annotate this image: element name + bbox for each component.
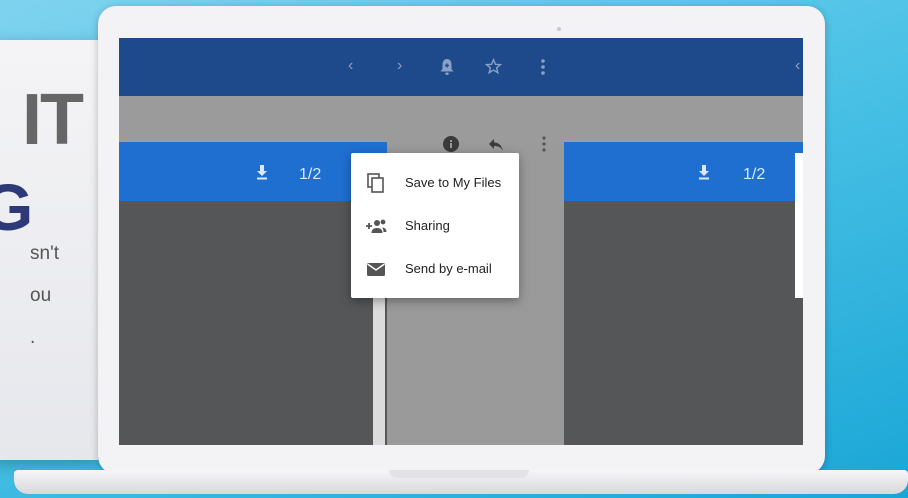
copy-icon — [367, 173, 384, 193]
menu-item-label: Send by e-mail — [405, 261, 492, 276]
side-panel-edge — [795, 153, 803, 298]
page-indicator: 1/2 — [299, 166, 322, 183]
promo-heading-fragment: IT — [22, 80, 84, 160]
menu-item-label: Sharing — [405, 218, 450, 233]
background-promo-card: IT G sn't ou . — [0, 40, 98, 460]
chevron-right-icon[interactable]: › — [397, 58, 402, 74]
promo-text-fragment: . — [30, 327, 36, 348]
envelope-icon — [367, 263, 385, 276]
menu-item-save-to-my-files[interactable]: Save to My Files — [351, 163, 519, 203]
promo-text-fragment: sn't — [30, 243, 59, 264]
star-outline-icon[interactable] — [485, 58, 502, 75]
laptop-notch — [389, 470, 529, 478]
attachment-viewer-header: 1/2 — [119, 142, 387, 201]
download-icon[interactable] — [255, 164, 269, 180]
menu-item-label: Save to My Files — [405, 175, 502, 190]
attachment-viewer-header: 1/2 — [564, 142, 803, 201]
reply-icon[interactable] — [488, 138, 504, 152]
attachment-preview — [119, 201, 387, 445]
more-vertical-icon[interactable] — [540, 58, 546, 76]
promo-text-fragment: ou — [30, 285, 52, 306]
camera-dot — [557, 27, 561, 31]
chevron-left-icon[interactable]: ‹ — [795, 58, 800, 74]
attachment-preview — [564, 201, 803, 445]
app-toolbar: ‹ › ‹ — [119, 38, 803, 96]
more-vertical-icon[interactable] — [541, 136, 547, 152]
promo-heading-fragment-2: G — [0, 170, 34, 244]
bell-plus-icon[interactable] — [439, 58, 455, 76]
content-gutter — [119, 96, 803, 142]
info-icon[interactable] — [443, 136, 459, 152]
chevron-left-icon[interactable]: ‹ — [348, 58, 353, 74]
scrollbar[interactable] — [373, 298, 385, 445]
download-icon[interactable] — [697, 164, 711, 180]
menu-item-sharing[interactable]: Sharing — [351, 206, 519, 246]
page-indicator: 1/2 — [743, 166, 766, 183]
menu-item-send-by-email[interactable]: Send by e-mail — [351, 249, 519, 289]
person-add-icon — [366, 219, 387, 233]
attachment-context-menu: Save to My Files Sharing Send by e-mail — [351, 153, 519, 298]
